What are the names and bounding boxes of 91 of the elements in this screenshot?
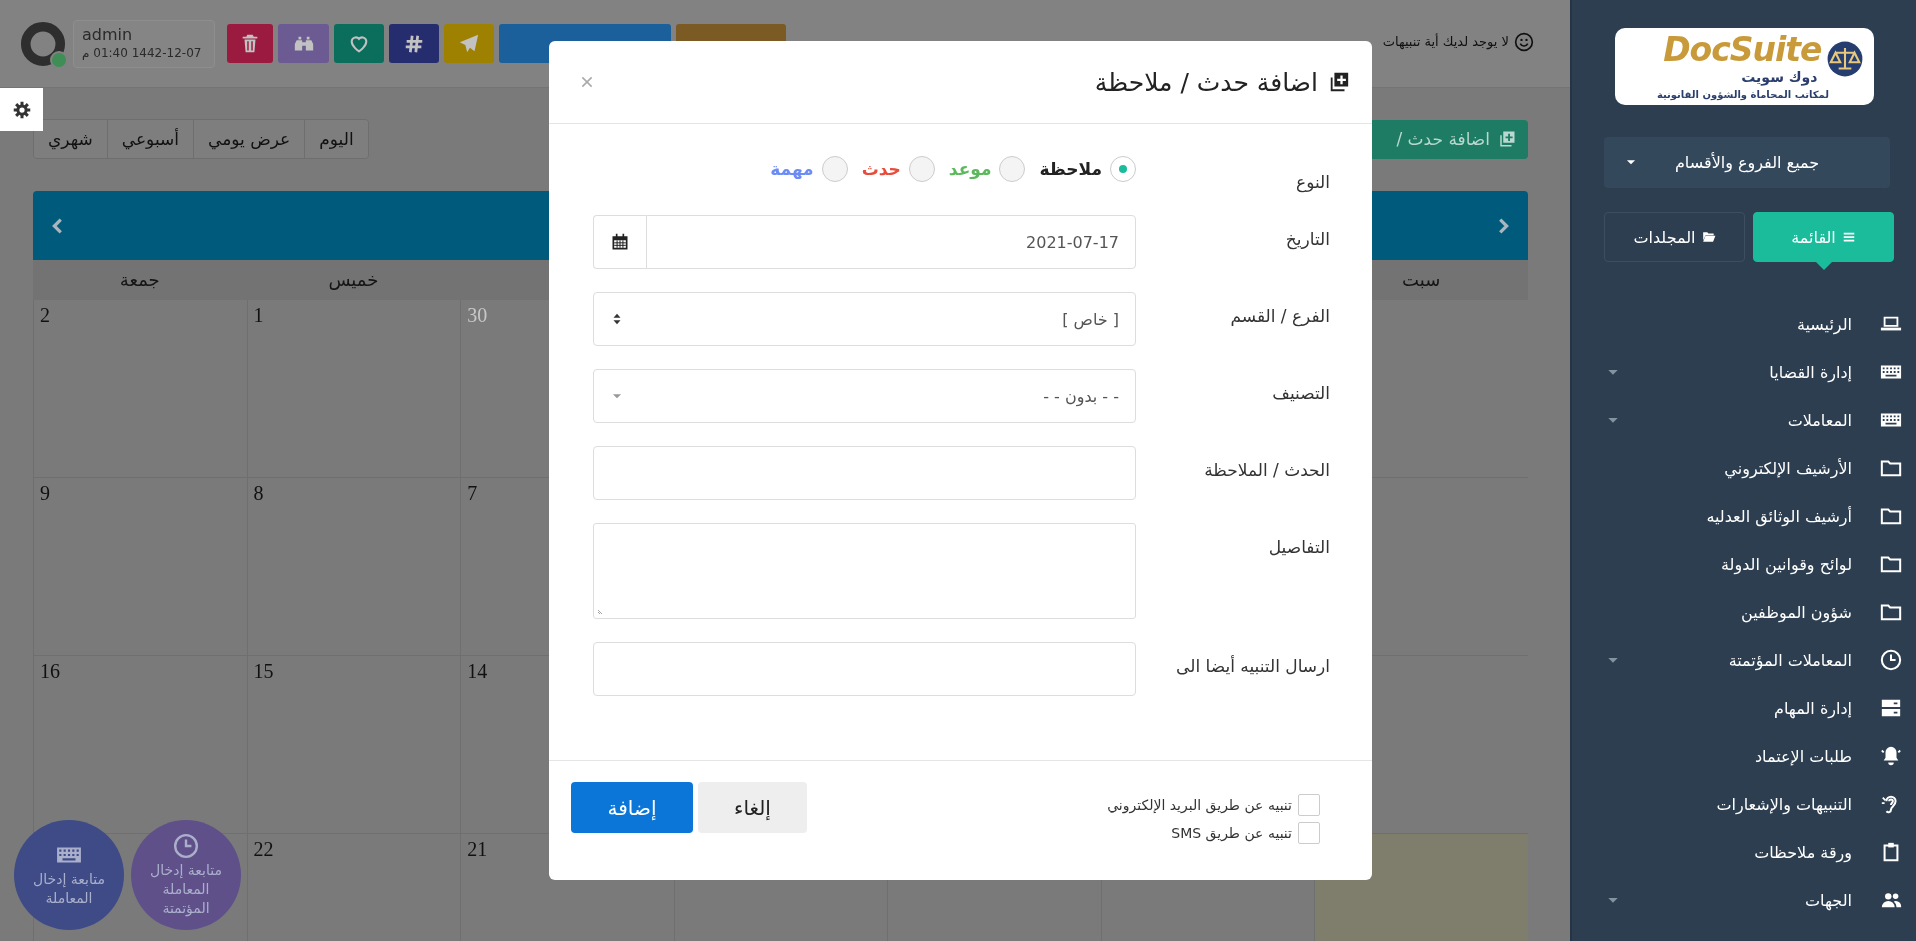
avatar-icon bbox=[20, 20, 66, 67]
text-field[interactable] bbox=[593, 446, 1136, 500]
menu-item[interactable]: الرئيسية bbox=[1572, 300, 1916, 348]
day-number: 9 bbox=[40, 482, 50, 504]
radio-button[interactable] bbox=[821, 156, 848, 182]
submit-button[interactable]: إضافة bbox=[571, 782, 693, 833]
menu-item[interactable]: شؤون الموظفين bbox=[1572, 588, 1916, 636]
day-number: 21 bbox=[467, 838, 488, 860]
field-label: ارسال التنبيه أيضا الى bbox=[1175, 654, 1330, 676]
view-button[interactable]: اليوم bbox=[304, 120, 368, 158]
radio-button[interactable] bbox=[999, 156, 1026, 182]
weekday-label: سبت bbox=[1402, 269, 1441, 290]
menu-item[interactable]: المعاملات المؤتمتة bbox=[1572, 636, 1916, 684]
field-label: النوع bbox=[1295, 171, 1330, 192]
menu-item[interactable]: أرشيف الوثائق العدليه bbox=[1572, 492, 1916, 540]
plus-square-icon bbox=[1328, 71, 1350, 93]
menu-item[interactable]: إدارة المهام bbox=[1572, 684, 1916, 732]
settings-icon bbox=[12, 100, 31, 119]
calendar-button[interactable] bbox=[593, 215, 646, 269]
settings-button[interactable] bbox=[0, 88, 43, 131]
clock-icon bbox=[173, 832, 199, 859]
shortcut-button[interactable]: متابعة إدخال المعاملة bbox=[14, 820, 124, 930]
menu-item[interactable]: المعاملات bbox=[1572, 396, 1916, 444]
close-icon bbox=[579, 74, 595, 90]
view-button[interactable]: شهري bbox=[34, 120, 107, 158]
logo-tagline: لمكاتب المحاماة والشؤون القانونية bbox=[1655, 87, 1831, 101]
day-number: 14 bbox=[467, 660, 488, 682]
radio-label: مهمة bbox=[770, 159, 814, 179]
day-number: 22 bbox=[253, 838, 274, 860]
scales-icon bbox=[1825, 39, 1864, 78]
toolbar-button[interactable] bbox=[278, 24, 329, 63]
view-button[interactable]: أسبوعي bbox=[106, 120, 193, 158]
sidebar-tab[interactable]: المجلدات bbox=[1604, 212, 1745, 262]
text-field[interactable] bbox=[593, 642, 1136, 696]
field-label: الحدث / الملاحظة bbox=[1203, 459, 1330, 480]
checkbox[interactable] bbox=[1298, 794, 1320, 816]
close-button[interactable] bbox=[579, 74, 595, 90]
field-label: الفرع / القسم bbox=[1229, 305, 1330, 326]
select-field[interactable]: [ خاص ] bbox=[593, 292, 1136, 346]
field-label: التصنيف bbox=[1271, 382, 1330, 403]
server-icon bbox=[1880, 697, 1902, 719]
smiley-icon bbox=[1514, 31, 1534, 52]
bell-icon bbox=[1880, 745, 1902, 767]
tab-pointer bbox=[1815, 262, 1832, 270]
toolbar-button[interactable] bbox=[227, 24, 273, 63]
radio-label: حدث bbox=[861, 159, 901, 179]
logo-text: DocSuite bbox=[1662, 32, 1822, 67]
menu-item[interactable]: إدارة القضايا bbox=[1572, 348, 1916, 396]
textarea-field[interactable] bbox=[593, 523, 1136, 619]
day-number: 30 bbox=[467, 304, 488, 326]
day-number: 15 bbox=[253, 660, 274, 682]
dropdown-field[interactable]: - - بدون - - bbox=[593, 369, 1136, 423]
menu-item[interactable]: التنبيهات والإشعارات bbox=[1572, 780, 1916, 828]
toolbar-button[interactable] bbox=[389, 24, 439, 63]
checkbox[interactable] bbox=[1298, 822, 1320, 844]
folder-icon bbox=[1701, 230, 1716, 244]
clock-icon bbox=[1880, 649, 1902, 671]
calendar-icon bbox=[610, 232, 630, 252]
menu-item[interactable]: الجهات bbox=[1572, 876, 1916, 924]
user-name: admin bbox=[82, 25, 134, 44]
logo-text: دوك سويت bbox=[1740, 69, 1819, 85]
list-icon bbox=[1841, 230, 1856, 244]
day-number: 7 bbox=[467, 482, 478, 504]
modal-title: اضافة حدث / ملاحظة bbox=[1094, 67, 1318, 97]
field-label: التفاصيل bbox=[1267, 536, 1330, 557]
menu-item[interactable]: ورقة ملاحظات bbox=[1572, 828, 1916, 876]
weekday-label: خميس bbox=[328, 269, 379, 290]
cancel-button[interactable]: إلغاء bbox=[698, 782, 807, 833]
menu-item[interactable]: طلبات الإعتماد bbox=[1572, 732, 1916, 780]
view-button[interactable]: عرض يومي bbox=[193, 120, 305, 158]
radio-button[interactable] bbox=[1110, 156, 1136, 182]
field-label: التاريخ bbox=[1284, 228, 1330, 249]
radio-label: ملاحظة bbox=[1039, 159, 1102, 179]
checkbox-label: تنبيه عن طريق SMS bbox=[1171, 825, 1292, 841]
toolbar-button[interactable] bbox=[334, 24, 384, 63]
weekday-label: جمعة bbox=[119, 269, 160, 290]
paper-plane-icon bbox=[458, 32, 480, 55]
day-number: 2 bbox=[40, 304, 50, 326]
checkbox-label: تنبيه عن طريق البريد الإلكتروني bbox=[1107, 797, 1292, 813]
day-number: 1 bbox=[253, 304, 264, 326]
radio-button[interactable] bbox=[908, 156, 935, 182]
notification-text: لا يوجد لديك أية تنبيهات bbox=[1382, 34, 1509, 49]
menu-item[interactable]: الأرشيف الإلكتروني bbox=[1572, 444, 1916, 492]
plus-square-icon bbox=[1498, 130, 1516, 148]
day-number: 8 bbox=[253, 482, 264, 504]
day-number: 16 bbox=[40, 660, 60, 682]
menu-item[interactable]: لوائح وقوانين الدولة bbox=[1572, 540, 1916, 588]
radio-label: موعد bbox=[948, 159, 992, 179]
branch-select[interactable]: جميع الفروع والأقسام bbox=[1604, 137, 1890, 188]
user-datetime: 1442-12-07 01:40 م bbox=[82, 44, 203, 62]
date-field[interactable]: 2021-07-17 bbox=[646, 215, 1136, 269]
